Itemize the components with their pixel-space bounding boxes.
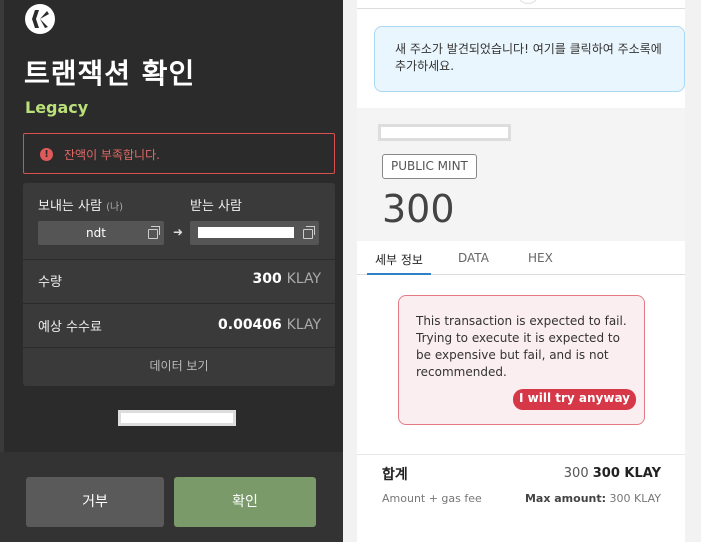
confirm-panel: 트랜잭션 확인 Legacy ! 잔액이 부족합니다. 보내는 사람 (나) 받…: [0, 0, 343, 542]
tx-summary-panel: 새 주소가 발견되었습니다! 여기를 클릭하여 주소록에 추가하세요. PUBL…: [357, 0, 685, 542]
page-title: 트랜잭션 확인: [24, 57, 196, 90]
confirm-button[interactable]: 확인: [174, 477, 316, 527]
divider: [23, 347, 335, 348]
tab-data[interactable]: DATA: [458, 251, 489, 265]
to-label: 받는 사람: [190, 199, 242, 214]
total-label: 합계: [382, 467, 408, 483]
tx-details-card: 보내는 사람 (나) 받는 사람 ndt ➜ 수량 300 KLAY 예상 수수…: [23, 183, 335, 386]
method-badge: PUBLIC MINT: [382, 154, 477, 179]
tab-details[interactable]: 세부 정보: [375, 251, 423, 268]
detail-tabs: 세부 정보 DATA HEX: [357, 241, 685, 275]
alert-text: 잔액이 부족합니다.: [64, 148, 160, 162]
new-address-notice[interactable]: 새 주소가 발견되었습니다! 여기를 클릭하여 주소록에 추가하세요.: [374, 26, 685, 92]
divider: [23, 303, 335, 304]
tx-type-label: Legacy: [25, 98, 89, 117]
active-tab-indicator: [367, 273, 431, 275]
copy-icon[interactable]: [148, 226, 160, 239]
reject-button[interactable]: 거부: [26, 477, 164, 527]
from-name: ndt: [86, 226, 106, 240]
from-label: 보내는 사람 (나): [38, 199, 124, 214]
total-subtext: Amount + gas fee: [382, 492, 482, 505]
amount-value: 300 KLAY: [252, 271, 321, 287]
try-anyway-button[interactable]: I will try anyway: [513, 389, 636, 410]
to-address-pill[interactable]: [190, 221, 319, 245]
arrow-right-icon: ➜: [173, 225, 184, 239]
fee-label: 예상 수수료: [38, 320, 102, 335]
divider: [23, 259, 335, 260]
redacted-text: [118, 410, 236, 426]
tab-hex[interactable]: HEX: [528, 251, 553, 265]
copy-icon[interactable]: [303, 226, 315, 239]
klaytn-logo-icon: [25, 4, 55, 34]
tx-value: 300: [382, 187, 455, 231]
account-circle-icon: [517, 0, 539, 4]
fee-value: 0.00406 KLAY: [218, 317, 321, 333]
top-divider: [357, 8, 685, 9]
total-divider: [357, 454, 685, 455]
from-address-pill[interactable]: ndt: [38, 221, 164, 245]
redacted-address: [198, 227, 294, 238]
redacted-origin: [378, 124, 511, 141]
total-value: 300 300 KLAY: [563, 466, 661, 481]
error-icon: !: [40, 148, 53, 161]
max-amount: Max amount: 300 KLAY: [524, 492, 661, 505]
insufficient-balance-alert: ! 잔액이 부족합니다.: [23, 133, 335, 174]
fail-message: This transaction is expected to fail. Tr…: [416, 314, 627, 379]
scrollbar-track[interactable]: [685, 0, 701, 542]
from-hint: (나): [106, 202, 124, 213]
view-data-link[interactable]: 데이터 보기: [23, 357, 335, 374]
amount-label: 수량: [38, 275, 62, 290]
